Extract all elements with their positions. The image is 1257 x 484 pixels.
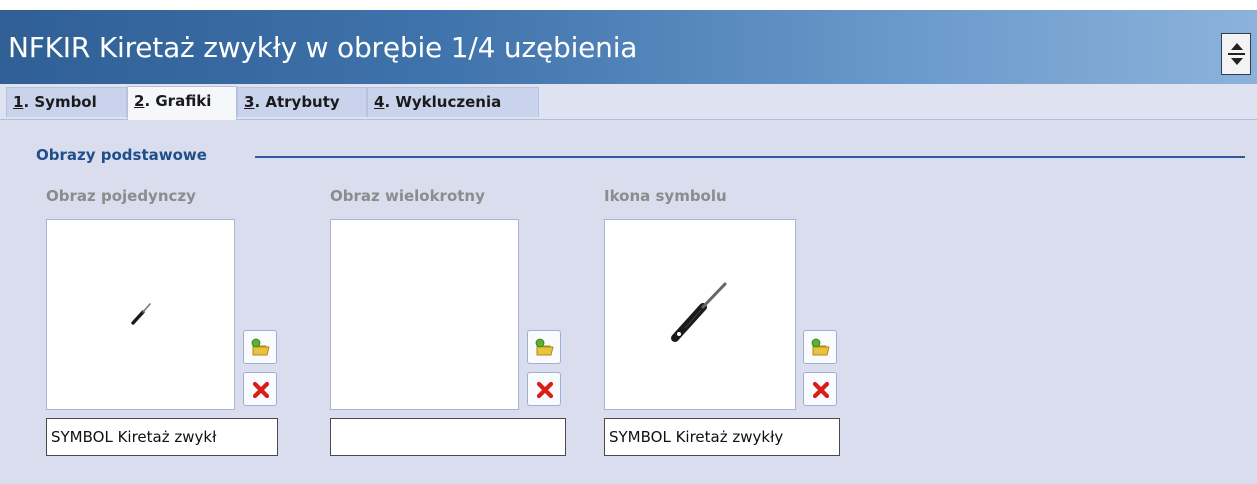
single-image-open-button[interactable]	[243, 330, 277, 364]
multiple-image-label: Obraz wielokrotny	[330, 187, 485, 205]
tab-wykluczenia[interactable]: 4. Wykluczenia	[367, 87, 539, 117]
multiple-image-delete-button[interactable]	[527, 372, 561, 406]
section-title: Obrazy podstawowe	[36, 146, 207, 164]
symbol-icon-label: Ikona symbolu	[604, 187, 727, 205]
symbol-icon-delete-button[interactable]	[803, 372, 837, 406]
multiple-image-open-button[interactable]	[527, 330, 561, 364]
symbol-icon-preview	[604, 219, 796, 410]
open-folder-icon	[811, 338, 830, 356]
symbol-icon-open-button[interactable]	[803, 330, 837, 364]
delete-x-icon	[536, 381, 554, 399]
single-image-delete-button[interactable]	[243, 372, 277, 406]
single-image-label: Obraz pojedynczy	[46, 187, 196, 205]
scroll-up-down-button[interactable]	[1221, 33, 1251, 75]
symbol-icon-name-field[interactable]: SYMBOL Kiretaż zwykły	[604, 418, 840, 456]
curette-large-icon	[671, 282, 727, 342]
open-folder-icon	[251, 338, 270, 356]
single-image-preview	[46, 219, 235, 410]
tab-grafiki[interactable]: 2. Grafiki	[127, 86, 237, 120]
tab-content-grafiki: Obrazy podstawowe Obraz pojedynczy SYMBO…	[0, 120, 1257, 484]
delete-x-icon	[812, 381, 830, 399]
tab-bar: 1. Symbol 2. Grafiki 3. Atrybuty 4. Wykl…	[0, 84, 1257, 120]
section-divider	[255, 156, 1245, 158]
delete-x-icon	[252, 381, 270, 399]
open-folder-icon	[535, 338, 554, 356]
curette-small-icon	[131, 303, 151, 325]
arrow-down-icon	[1231, 58, 1243, 65]
tab-symbol[interactable]: 1. Symbol	[6, 87, 127, 117]
window-title: NFKIR Kiretaż zwykły w obrębie 1/4 uzębi…	[8, 31, 638, 64]
tab-atrybuty[interactable]: 3. Atrybuty	[237, 87, 367, 117]
multiple-image-preview	[330, 219, 519, 410]
single-image-name-field[interactable]: SYMBOL Kiretaż zwykł	[46, 418, 278, 456]
multiple-image-name-field[interactable]	[330, 418, 566, 456]
arrow-up-icon	[1231, 43, 1243, 50]
title-bar: NFKIR Kiretaż zwykły w obrębie 1/4 uzębi…	[0, 10, 1257, 84]
